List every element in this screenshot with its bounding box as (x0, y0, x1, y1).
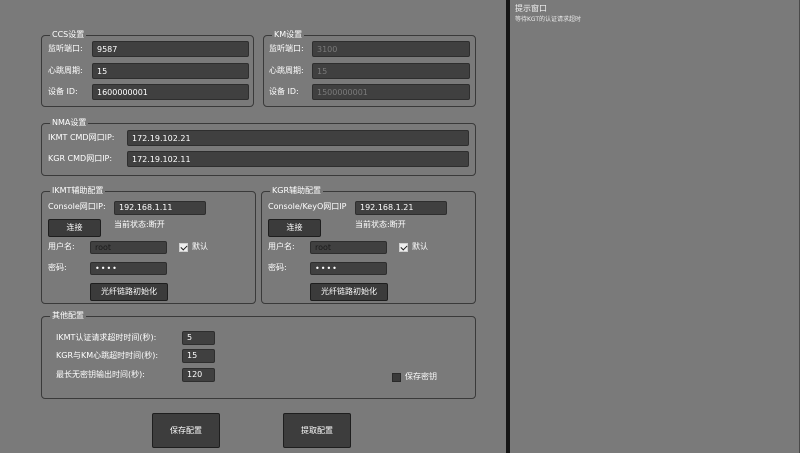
ikmt-username-label: 用户名: (48, 242, 75, 251)
ikmt-aux-title: IKMT辅助配置 (50, 186, 106, 196)
key-output-input[interactable]: 120 (182, 368, 215, 382)
ikmt-cmd-ip-label: IKMT CMD网口IP: (48, 133, 115, 142)
save-key-checkbox[interactable] (392, 373, 401, 382)
hint-panel-border (510, 0, 800, 453)
ikmt-state-text: 当前状态:断开 (114, 220, 165, 229)
kgr-password-label: 密码: (268, 263, 287, 272)
kgr-cmd-ip-input[interactable]: 172.19.102.11 (127, 151, 469, 167)
hint-title: 提示窗口 (515, 4, 547, 13)
ikmt-default-checkbox[interactable] (179, 243, 188, 252)
kgr-username-input[interactable]: root (310, 241, 387, 254)
km-listen-port-label: 监听端口: (269, 44, 304, 53)
kgr-username-label: 用户名: (268, 242, 295, 251)
kgr-aux-title: KGR辅助配置 (270, 186, 324, 196)
km-device-id-label: 设备 ID: (269, 87, 299, 96)
ikmt-console-ip-label: Console网口IP: (48, 202, 106, 211)
hint-panel: 提示窗口 等待KGT的认证请求超时 (510, 0, 800, 453)
auth-timeout-input[interactable]: 5 (182, 331, 215, 345)
kgr-default-label: 默认 (412, 242, 428, 251)
other-config-title: 其他配置 (50, 311, 86, 321)
km-device-id-input[interactable]: 1500000001 (312, 84, 470, 100)
heartbeat-timeout-label: KGR与KM心跳超时时间(秒): (56, 351, 159, 360)
ccs-heartbeat-input[interactable]: 15 (92, 63, 249, 79)
kgr-password-input[interactable]: •••• (310, 262, 387, 275)
ccs-listen-port-label: 监听端口: (48, 44, 83, 53)
key-output-label: 最长无密钥输出时间(秒): (56, 370, 145, 379)
read-config-button[interactable]: 提取配置 (283, 413, 351, 448)
ikmt-password-input[interactable]: •••• (90, 262, 167, 275)
auth-timeout-label: IKMT认证请求超时时间(秒): (56, 333, 157, 342)
config-panel: CCS设置 监听端口: 9587 心跳周期: 15 设备 ID: 1600000… (0, 0, 506, 453)
ccs-device-id-label: 设备 ID: (48, 87, 78, 96)
ccs-device-id-input[interactable]: 1600000001 (92, 84, 249, 100)
ccs-settings-title: CCS设置 (50, 30, 87, 40)
ccs-heartbeat-label: 心跳周期: (48, 66, 83, 75)
hint-message: 等待KGT的认证请求超时 (515, 16, 582, 23)
km-listen-port-input[interactable]: 3100 (312, 41, 470, 57)
kgr-console-ip-input[interactable]: 192.168.1.21 (355, 201, 447, 215)
kgr-fiber-init-button[interactable]: 光纤链路初始化 (310, 283, 388, 301)
kgr-cmd-ip-label: KGR CMD网口IP: (48, 154, 113, 163)
kgr-state-text: 当前状态:断开 (355, 220, 406, 229)
ikmt-default-label: 默认 (192, 242, 208, 251)
save-config-button[interactable]: 保存配置 (152, 413, 220, 448)
km-heartbeat-input[interactable]: 15 (312, 63, 470, 79)
ikmt-cmd-ip-input[interactable]: 172.19.102.21 (127, 130, 469, 146)
ikmt-password-label: 密码: (48, 263, 67, 272)
kgr-default-checkbox[interactable] (399, 243, 408, 252)
ikmt-connect-button[interactable]: 连接 (48, 219, 101, 237)
ikmt-fiber-init-button[interactable]: 光纤链路初始化 (90, 283, 168, 301)
kgr-console-ip-label: Console/KeyO网口IP (268, 202, 347, 211)
nma-settings-title: NMA设置 (50, 118, 89, 128)
save-key-label: 保存密钥 (405, 372, 437, 381)
kgr-connect-button[interactable]: 连接 (268, 219, 321, 237)
ikmt-console-ip-input[interactable]: 192.168.1.11 (114, 201, 206, 215)
km-heartbeat-label: 心跳周期: (269, 66, 304, 75)
heartbeat-timeout-input[interactable]: 15 (182, 349, 215, 363)
ikmt-username-input[interactable]: root (90, 241, 167, 254)
ccs-listen-port-input[interactable]: 9587 (92, 41, 249, 57)
km-settings-title: KM设置 (272, 30, 305, 40)
